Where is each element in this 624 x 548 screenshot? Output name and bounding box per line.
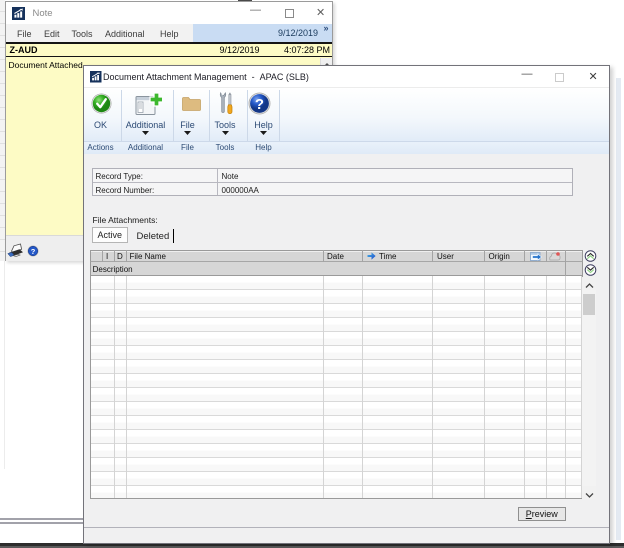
svg-text:?: ? [255, 96, 264, 113]
svg-text:?: ? [30, 247, 35, 256]
